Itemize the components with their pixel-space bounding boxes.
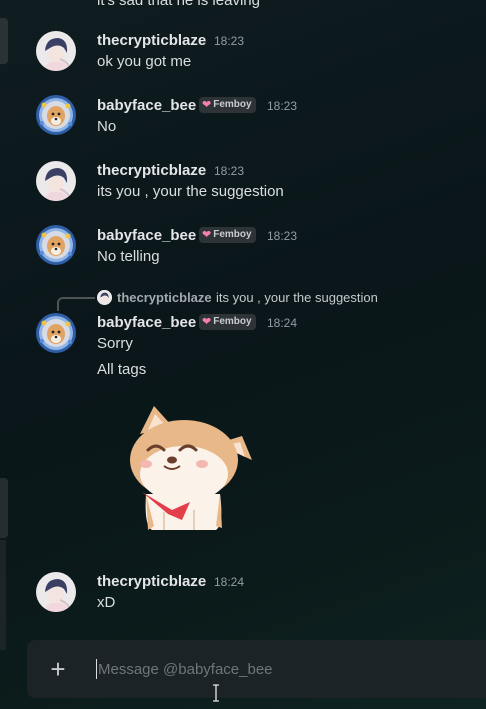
username[interactable]: babyface_bee — [97, 97, 196, 114]
avatar[interactable] — [36, 161, 76, 201]
username[interactable]: thecrypticblaze — [97, 162, 206, 179]
timestamp: 18:24 — [267, 316, 298, 330]
sidebar-pill[interactable] — [0, 18, 8, 64]
shiba-inu-sticker[interactable] — [124, 402, 260, 534]
avatar[interactable] — [36, 95, 76, 135]
text-cursor-icon — [213, 684, 219, 702]
avatar[interactable] — [36, 225, 76, 265]
message-text-partial: it's sad that he is leaving — [97, 0, 260, 9]
sidebar-panel — [0, 540, 6, 650]
message-text: ok you got me — [97, 53, 192, 70]
message-input[interactable] — [96, 659, 468, 679]
heart-icon: ❤ — [202, 99, 212, 111]
username[interactable]: babyface_bee — [97, 314, 196, 331]
message-text: xD — [97, 594, 116, 611]
user-tag-badge[interactable]: ❤ Femboy — [199, 227, 256, 243]
user-tag-badge[interactable]: ❤ Femboy — [199, 97, 256, 113]
sidebar-pill[interactable] — [0, 478, 8, 538]
timestamp: 18:23 — [214, 164, 245, 178]
timestamp: 18:23 — [214, 34, 245, 48]
message-text: All tags — [97, 361, 147, 378]
username[interactable]: babyface_bee — [97, 227, 196, 244]
username[interactable]: thecrypticblaze — [97, 573, 206, 590]
reply-username[interactable]: thecrypticblaze — [117, 290, 212, 305]
username[interactable]: thecrypticblaze — [97, 32, 206, 49]
reply-connector — [57, 297, 95, 311]
reply-preview-text[interactable]: its you , your the suggestion — [216, 290, 378, 305]
avatar[interactable] — [36, 31, 76, 71]
user-tag-badge[interactable]: ❤ Femboy — [199, 314, 256, 330]
heart-icon: ❤ — [202, 229, 212, 241]
plus-icon[interactable]: + — [46, 656, 70, 682]
reply-avatar[interactable] — [97, 290, 112, 305]
timestamp: 18:24 — [214, 575, 245, 589]
avatar[interactable] — [36, 313, 76, 353]
message-text: No — [97, 118, 117, 135]
message-text: No telling — [97, 248, 160, 265]
tag-label: Femboy — [213, 316, 252, 327]
tag-label: Femboy — [213, 99, 252, 110]
timestamp: 18:23 — [267, 99, 298, 113]
avatar[interactable] — [36, 572, 76, 612]
message-text: Sorry — [97, 335, 133, 352]
timestamp: 18:23 — [267, 229, 298, 243]
tag-label: Femboy — [213, 229, 252, 240]
heart-icon: ❤ — [202, 316, 212, 328]
server-sidebar-edge — [0, 0, 8, 709]
message-text: its you , your the suggestion — [97, 183, 284, 200]
